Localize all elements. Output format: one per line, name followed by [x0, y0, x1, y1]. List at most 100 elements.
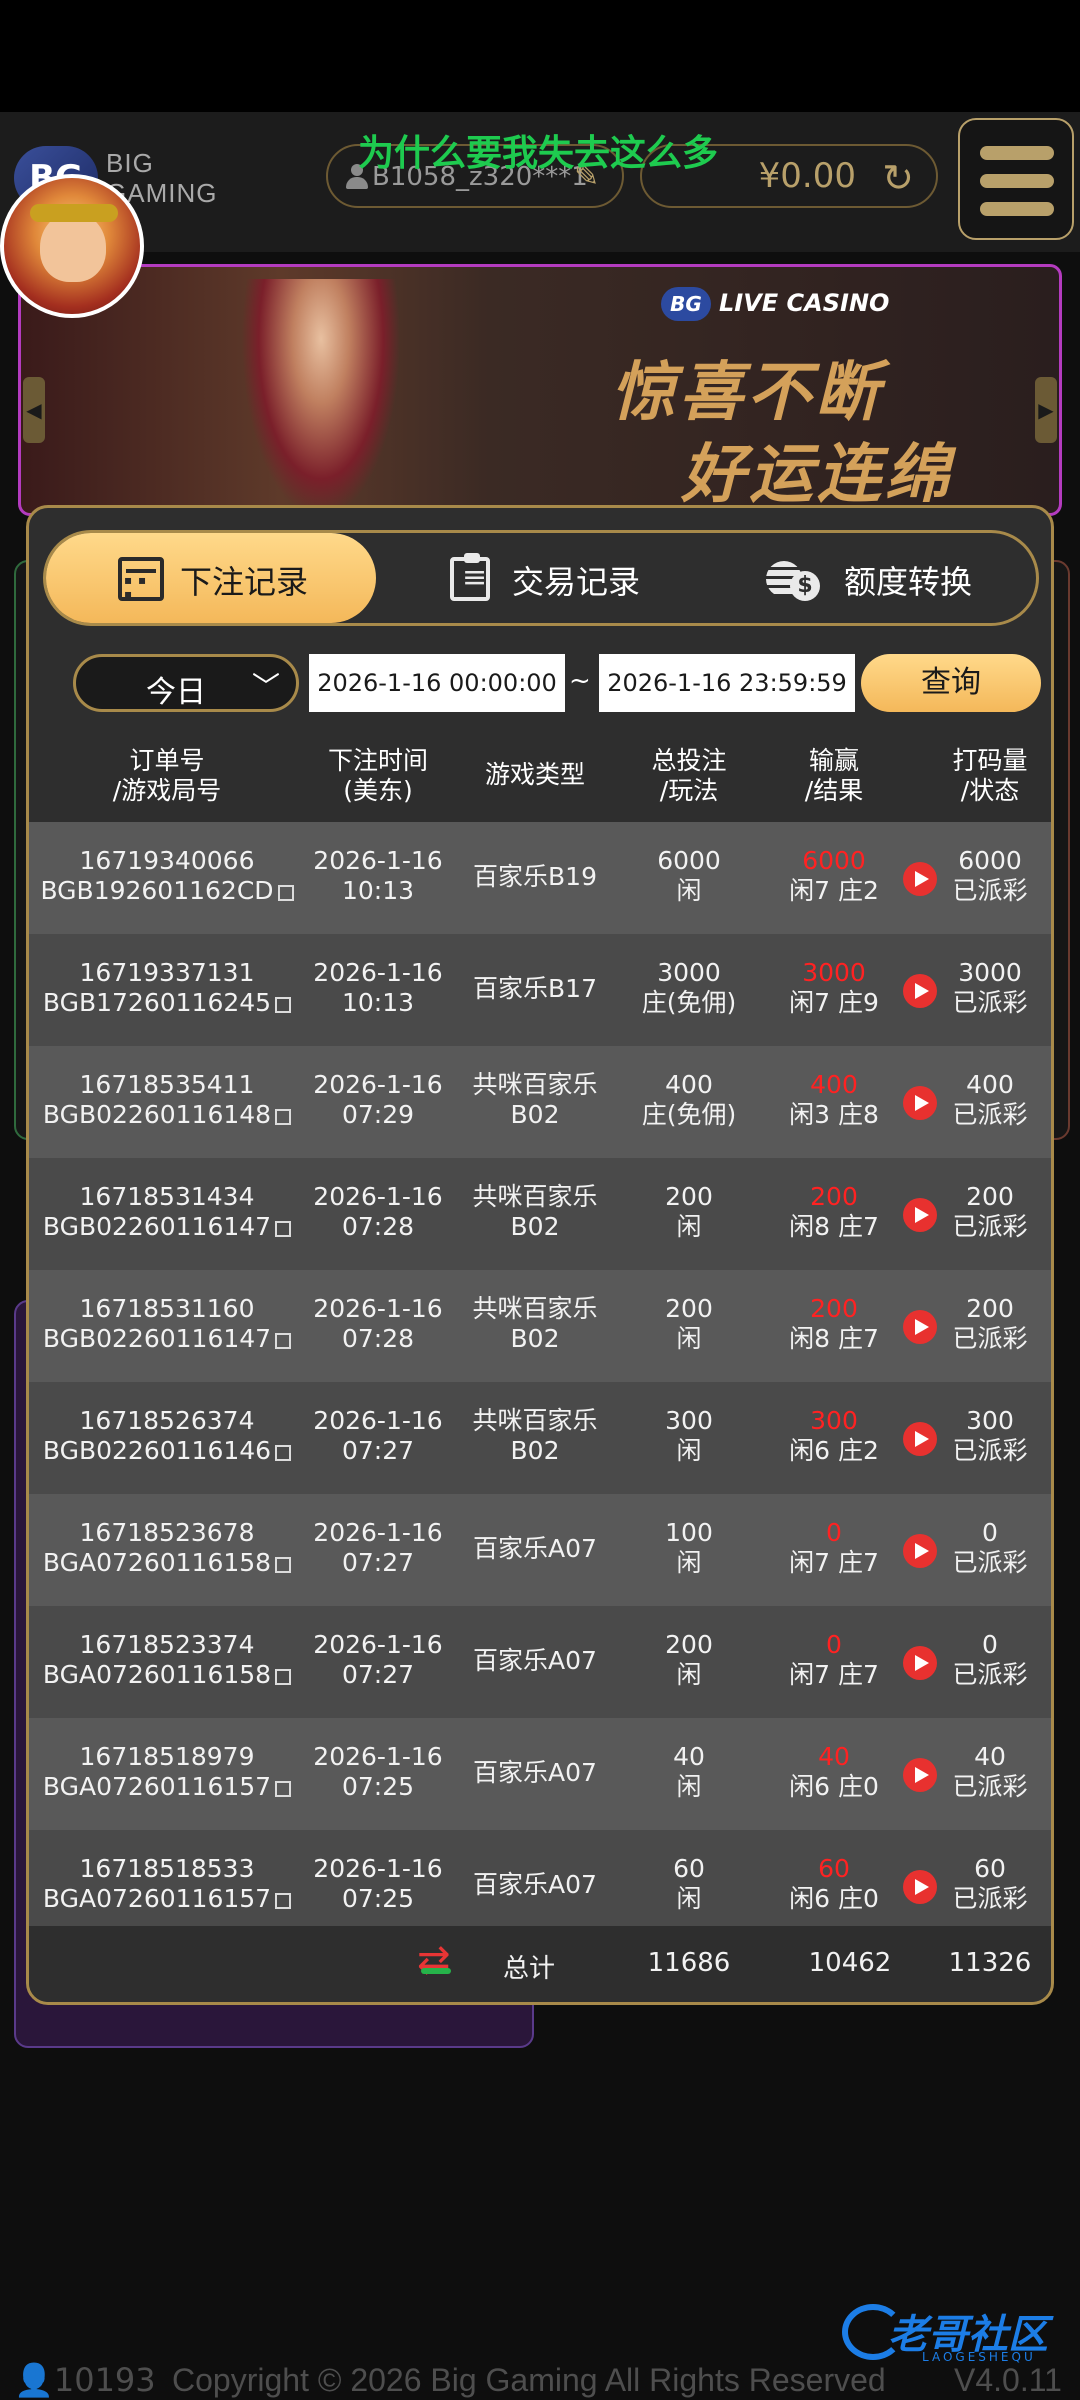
hamburger-menu-button[interactable]	[958, 118, 1074, 240]
bet-cell: 100 闲	[665, 1518, 713, 1577]
valid-cell: 60 已派彩	[952, 1854, 1028, 1913]
order-number: 16718526374	[79, 1406, 255, 1435]
table-row: 16718531160 BGB02260116147 2026-1-16 07:28 共…	[29, 1270, 1051, 1382]
bet-cell: 60 闲	[673, 1854, 705, 1913]
table-row: 16719340066 BGB192601162CD 2026-1-16 10:13 百…	[29, 822, 1051, 934]
game-cell: 百家乐A07	[473, 1758, 597, 1787]
marquee-text: 为什么要我失去这么多	[358, 133, 719, 174]
copy-icon[interactable]	[275, 1445, 292, 1461]
winloss-cell: 60 闲6 庄0	[789, 1854, 879, 1913]
tab-credit-transfer[interactable]: 额度转换	[710, 533, 1040, 623]
winloss-cell: 0 闲7 庄7	[789, 1630, 879, 1689]
game-cell: 百家乐A07	[473, 1534, 597, 1563]
time-cell: 2026-1-16 10:13	[313, 846, 443, 905]
winloss-cell: 6000 闲7 庄2	[789, 846, 879, 905]
time-cell: 2026-1-16 07:27	[313, 1518, 443, 1577]
footer: 👤10193 Copyright © 2026 Big Gaming All R…	[0, 2360, 1080, 2400]
banner-title-2: 好运连绵	[681, 438, 953, 512]
menu-bar	[980, 174, 1054, 188]
banner-model-image	[241, 279, 401, 513]
tab-bet-records[interactable]: 下注记录	[46, 533, 376, 623]
balance-value: ¥0.00	[758, 156, 856, 196]
calendar-icon	[118, 557, 164, 601]
order-cell: 16718518979 BGA07260116157	[29, 1742, 305, 1802]
bet-cell: 200 闲	[665, 1630, 713, 1689]
table-row: 16718526374 BGB02260116146 2026-1-16 07:27 共…	[29, 1382, 1051, 1494]
copy-icon[interactable]	[275, 1893, 292, 1909]
order-cell: 16718523678 BGA07260116158	[29, 1518, 305, 1578]
winloss-cell: 0 闲7 庄7	[789, 1518, 879, 1577]
copy-icon[interactable]	[275, 1109, 292, 1125]
version-text: V4.0.11	[954, 2362, 1062, 2398]
totals-bet: 11686	[647, 1948, 731, 1978]
table-row: 16719337131 BGB17260116245 2026-1-16 10:13 百…	[29, 934, 1051, 1046]
header-valid: 打码量 /状态	[952, 746, 1028, 805]
promo-banner[interactable]: BG LIVE CASINO 惊喜不断 好运连绵 ◀ ▶	[18, 264, 1062, 516]
bet-cell: 300 闲	[665, 1406, 713, 1465]
order-number: 16718523678	[79, 1518, 255, 1547]
copy-icon[interactable]	[275, 1557, 292, 1573]
round-id: BGB17260116245	[29, 988, 305, 1018]
query-button[interactable]: 查询	[861, 654, 1041, 712]
chevron-down-icon: ﹀	[251, 670, 280, 703]
record-tabs: 下注记录 交易记录 额度转换	[43, 530, 1039, 626]
swap-icon[interactable]	[417, 1938, 457, 1982]
bet-cell: 200 闲	[665, 1294, 713, 1353]
game-cell: 百家乐A07	[473, 1646, 597, 1675]
copy-icon[interactable]	[277, 885, 294, 901]
avatar[interactable]	[0, 174, 144, 318]
time-cell: 2026-1-16 07:27	[313, 1630, 443, 1689]
copy-icon[interactable]	[275, 1333, 292, 1349]
refresh-icon[interactable]: ↻	[878, 158, 918, 198]
banner-prev-arrow[interactable]: ◀	[23, 377, 45, 443]
totals-winloss: 10462	[808, 1948, 892, 1978]
table-row: 16718523678 BGA07260116158 2026-1-16 07:27 百…	[29, 1494, 1051, 1606]
winloss-cell: 3000 闲7 庄9	[789, 958, 879, 1017]
time-cell: 2026-1-16 07:27	[313, 1406, 443, 1465]
date-range-select[interactable]: 今日 ﹀	[73, 654, 299, 712]
start-date-input[interactable]: 2026-1-16 00:00:00	[309, 654, 565, 712]
header-winloss: 输赢 /结果	[804, 746, 864, 805]
game-cell: 共咪百家乐 B02	[472, 1294, 598, 1353]
copy-icon[interactable]	[275, 1669, 292, 1685]
order-cell: 16718526374 BGB02260116146	[29, 1406, 305, 1466]
order-number: 16718523374	[79, 1630, 255, 1659]
round-id: BGB192601162CD	[29, 876, 305, 906]
banner-title-1: 惊喜不断	[611, 356, 883, 430]
winloss-cell: 200 闲8 庄7	[789, 1294, 879, 1353]
copy-icon[interactable]	[275, 1781, 292, 1797]
header-order: 订单号 /游戏局号	[112, 746, 222, 805]
copyright-text: Copyright © 2026 Big Gaming All Rights R…	[172, 2362, 886, 2398]
round-id: BGB02260116147	[29, 1212, 305, 1242]
laoge-watermark: 老哥社区 LAOGESHEQU	[842, 2298, 1066, 2368]
totals-valid: 11326	[948, 1948, 1032, 1978]
header-time: 下注时间 (美东)	[327, 746, 428, 805]
time-cell: 2026-1-16 07:28	[313, 1182, 443, 1241]
bet-record-dialog: 下注记录 交易记录 额度转换 今日 ﹀ 2026-1-16 00:00:00 ~…	[26, 505, 1054, 2005]
copy-icon[interactable]	[275, 1221, 292, 1237]
valid-cell: 200 已派彩	[952, 1182, 1028, 1241]
winloss-cell: 400 闲3 庄8	[789, 1070, 879, 1129]
valid-cell: 300 已派彩	[952, 1406, 1028, 1465]
bet-cell: 200 闲	[665, 1182, 713, 1241]
bet-cell: 6000 闲	[657, 846, 721, 905]
round-id: BGB02260116148	[29, 1100, 305, 1130]
coins-icon	[766, 557, 822, 601]
menu-bar	[980, 202, 1054, 216]
round-id: BGB02260116147	[29, 1324, 305, 1354]
order-cell: 16718531160 BGB02260116147	[29, 1294, 305, 1354]
order-number: 16719340066	[79, 846, 255, 875]
app-header: BG BIG GAMING B1058_z320***1 ✎ ¥0.00 ↻ 为…	[0, 112, 1080, 252]
round-id: BGA07260116157	[29, 1772, 305, 1802]
copy-icon[interactable]	[275, 997, 292, 1013]
game-cell: 共咪百家乐 B02	[472, 1182, 598, 1241]
banner-next-arrow[interactable]: ▶	[1035, 377, 1057, 443]
game-cell: 百家乐A07	[473, 1870, 597, 1899]
order-number: 16718518533	[79, 1854, 255, 1883]
tab-transaction-records[interactable]: 交易记录	[378, 533, 708, 623]
end-date-input[interactable]: 2026-1-16 23:59:59	[599, 654, 855, 712]
bet-cell: 400 庄(免佣)	[641, 1070, 737, 1129]
order-cell: 16719340066 BGB192601162CD	[29, 846, 305, 906]
menu-bar	[980, 146, 1054, 160]
order-cell: 16718523374 BGA07260116158	[29, 1630, 305, 1690]
